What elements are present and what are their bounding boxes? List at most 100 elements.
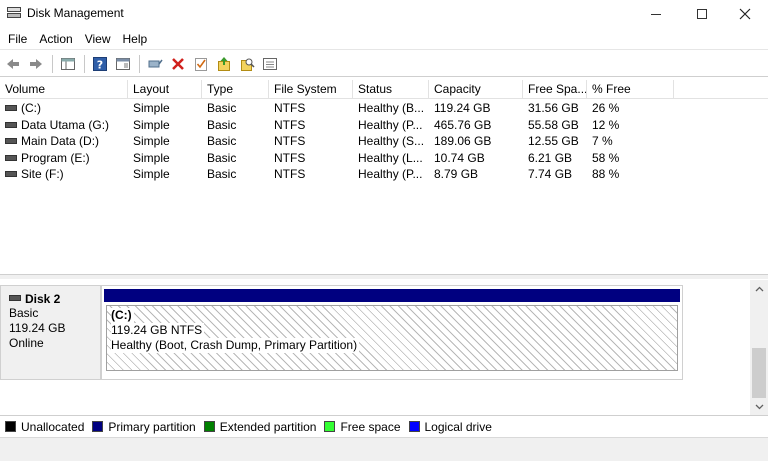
capacity-cell: 10.74 GB [434,151,485,165]
list-view-icon [263,57,277,70]
partition-label: (C:) [111,308,134,323]
toolbar-separator [52,54,53,73]
layout-cell: Simple [133,151,170,165]
connect-button[interactable] [144,53,166,75]
disk-partition-map: (C:) 119.24 GB NTFS Healthy (Boot, Crash… [101,285,683,380]
volume-list-header: Volume Layout Type File System Status Ca… [0,80,768,99]
column-header-free-space[interactable]: Free Spa... [523,80,587,99]
disk-state: Online [9,336,44,350]
delete-icon [172,57,184,70]
close-button[interactable] [722,0,768,28]
maximize-button[interactable] [679,0,725,28]
partition-legend: Unallocated Primary partition Extended p… [0,415,768,437]
column-header-file-system[interactable]: File System [269,80,353,99]
checklist-icon [195,57,207,71]
volume-name: Site (F:) [21,167,64,181]
capacity-cell: 189.06 GB [434,134,492,148]
file-system-cell: NTFS [274,134,306,148]
disk-graphical-view: Disk 2 Basic 119.24 GB Online (C:) 119.2… [0,280,750,415]
checklist-button[interactable] [190,53,212,75]
delete-button[interactable] [167,53,189,75]
pane-splitter[interactable] [0,274,768,279]
legend-label: Free space [340,419,401,434]
title-bar: Disk Management [0,0,768,28]
type-cell: Basic [207,167,237,181]
forward-arrow-icon [30,58,42,69]
legend-label: Unallocated [21,419,85,434]
layout-cell: Simple [133,118,170,132]
status-cell: Healthy (L... [358,151,423,165]
disk-info-panel[interactable]: Disk 2 Basic 119.24 GB Online [0,285,101,380]
menu-view[interactable]: View [79,29,117,49]
scroll-thumb[interactable] [752,348,766,398]
type-cell: Basic [207,118,237,132]
minimize-button[interactable] [633,0,679,28]
legend-swatch [324,421,336,432]
legend-swatch [92,421,104,432]
volume-list: Volume Layout Type File System Status Ca… [0,80,768,274]
scroll-up-button[interactable] [750,280,768,297]
free-space-cell: 12.55 GB [528,134,579,148]
svg-text:?: ? [97,58,103,71]
properties-button[interactable] [112,53,134,75]
partition-c[interactable]: (C:) 119.24 GB NTFS Healthy (Boot, Crash… [106,305,678,371]
menu-file[interactable]: File [2,29,33,49]
file-system-cell: NTFS [274,101,306,115]
list-view-button[interactable] [259,53,281,75]
capacity-cell: 8.79 GB [434,167,479,181]
status-bar [0,437,768,461]
percent-free-cell: 88 % [592,167,620,181]
import-icon [218,56,230,71]
menu-bar: File Action View Help [0,28,768,50]
search-button[interactable] [236,53,258,75]
free-space-cell: 31.56 GB [528,101,579,115]
console-tree-icon [61,57,75,70]
layout-cell: Simple [133,134,170,148]
maximize-icon [697,9,707,19]
scroll-down-button[interactable] [750,398,768,415]
close-icon [739,8,751,20]
toolbar: ? [0,51,768,77]
disk-type: Basic [9,306,39,320]
volume-row[interactable]: Main Data (D:) Simple Basic NTFS Healthy… [0,133,768,149]
back-button[interactable] [2,53,24,75]
status-cell: Healthy (S... [358,134,425,148]
column-header-status[interactable]: Status [353,80,429,99]
free-space-cell: 7.74 GB [528,167,573,181]
volume-row[interactable]: Site (F:) Simple Basic NTFS Healthy (P..… [0,166,768,182]
forward-button[interactable] [25,53,47,75]
column-header-type[interactable]: Type [202,80,269,99]
volume-name: Data Utama (G:) [21,118,110,132]
disk-icon [5,137,17,144]
volume-row[interactable]: (C:) Simple Basic NTFS Healthy (B... 119… [0,100,768,116]
type-cell: Basic [207,134,237,148]
status-cell: Healthy (B... [358,101,425,115]
type-cell: Basic [207,151,237,165]
disk-icon [5,154,17,161]
volume-row[interactable]: Data Utama (G:) Simple Basic NTFS Health… [0,117,768,133]
volume-row[interactable]: Program (E:) Simple Basic NTFS Healthy (… [0,150,768,166]
status-cell: Healthy (P... [358,118,423,132]
column-header-volume[interactable]: Volume [0,80,128,99]
legend-item-unallocated: Unallocated [5,420,84,434]
legend-label: Primary partition [108,419,196,434]
import-button[interactable] [213,53,235,75]
console-tree-button[interactable] [57,53,79,75]
disk-icon [9,295,21,301]
vertical-scrollbar[interactable] [750,280,768,415]
disk-title: Disk 2 [9,292,100,306]
toolbar-separator [84,54,85,73]
column-header-percent-free[interactable]: % Free [587,80,674,99]
type-cell: Basic [207,101,237,115]
menu-help[interactable]: Help [117,29,154,49]
legend-item-extended-partition: Extended partition [203,420,316,434]
capacity-cell: 119.24 GB [434,101,491,115]
help-icon: ? [93,56,107,71]
volume-name-cell: (C:) [0,100,128,116]
help-button[interactable]: ? [89,53,111,75]
file-system-cell: NTFS [274,118,306,132]
column-header-layout[interactable]: Layout [128,80,202,99]
legend-item-logical-drive: Logical drive [408,420,492,434]
column-header-capacity[interactable]: Capacity [429,80,523,99]
menu-action[interactable]: Action [33,29,78,49]
